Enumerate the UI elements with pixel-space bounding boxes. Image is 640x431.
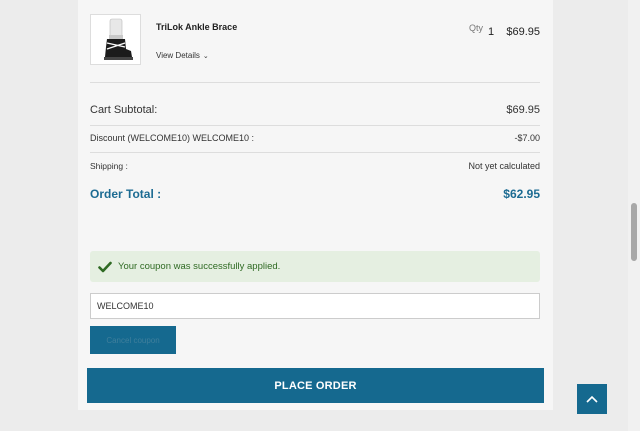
qty-value: 1 bbox=[488, 26, 495, 38]
scroll-to-top-button[interactable] bbox=[577, 384, 607, 414]
discount-value: -$7.00 bbox=[514, 133, 540, 143]
subtotal-label: Cart Subtotal: bbox=[90, 104, 158, 116]
divider bbox=[90, 82, 540, 83]
arrow-up-icon bbox=[586, 395, 598, 403]
subtotal-value: $69.95 bbox=[506, 104, 540, 116]
view-details-label: View Details bbox=[156, 51, 200, 60]
ankle-brace-image bbox=[103, 18, 133, 60]
checkmark-icon bbox=[98, 261, 112, 272]
discount-label: Discount (WELCOME10) WELCOME10 : bbox=[90, 133, 255, 143]
chevron-down-icon: ⌄ bbox=[202, 53, 209, 60]
shipping-label: Shipping : bbox=[90, 161, 128, 171]
item-price: $69.95 bbox=[506, 26, 540, 38]
coupon-code-input[interactable] bbox=[90, 293, 540, 319]
product-thumbnail[interactable] bbox=[90, 14, 141, 65]
place-order-button[interactable]: PLACE ORDER bbox=[87, 368, 544, 403]
cancel-coupon-button[interactable]: Cancel coupon bbox=[90, 326, 176, 354]
page-scrollbar-thumb[interactable] bbox=[631, 203, 637, 261]
product-name[interactable]: TriLok Ankle Brace bbox=[156, 22, 237, 32]
coupon-success-message: Your coupon was successfully applied. bbox=[90, 251, 540, 282]
order-summary-panel: TriLok Ankle Brace View Details ⌄ Qty 1 $… bbox=[78, 0, 553, 410]
order-total-value: $62.95 bbox=[503, 187, 540, 201]
success-text: Your coupon was successfully applied. bbox=[118, 261, 281, 272]
divider bbox=[90, 152, 540, 153]
shipping-value: Not yet calculated bbox=[468, 161, 540, 171]
divider bbox=[90, 125, 540, 126]
qty-label: Qty bbox=[469, 23, 484, 33]
order-total-label: Order Total : bbox=[90, 187, 162, 201]
view-details-toggle[interactable]: View Details ⌄ bbox=[156, 51, 209, 60]
